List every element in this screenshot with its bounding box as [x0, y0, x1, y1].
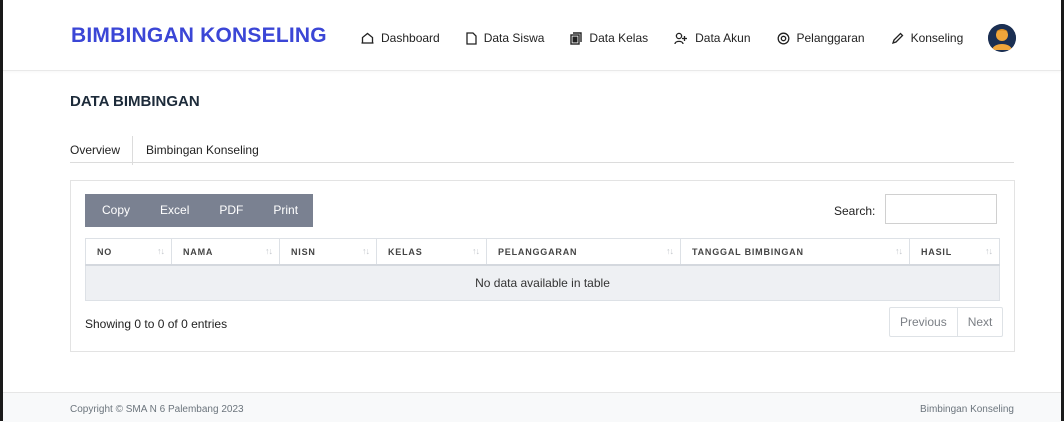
- page-tabs: Overview Bimbingan Konseling: [70, 136, 1014, 165]
- column-header-label: NO: [97, 246, 113, 257]
- nav-konseling[interactable]: Konseling: [891, 31, 964, 45]
- tab-overview[interactable]: Overview: [70, 136, 134, 165]
- column-header-label: HASIL: [921, 246, 952, 257]
- page-title: DATA BIMBINGAN: [70, 93, 200, 110]
- column-header-no[interactable]: NO ↑↓: [85, 238, 172, 266]
- user-avatar[interactable]: [988, 24, 1016, 52]
- column-header-label: NISN: [291, 246, 316, 257]
- nav-data-siswa-label: Data Siswa: [483, 31, 545, 45]
- copy-button[interactable]: Copy: [85, 194, 145, 227]
- column-header-nama[interactable]: NAMA ↑↓: [171, 238, 280, 266]
- data-table-card: Copy Excel PDF Print Search: NO ↑↓ NAMA ↑↓…: [70, 180, 1015, 352]
- sort-icon: ↑↓: [895, 246, 903, 256]
- footer: Copyright © SMA N 6 Palembang 2023 Bimbi…: [3, 392, 1061, 422]
- export-button-group: Copy Excel PDF Print: [85, 194, 314, 227]
- column-header-hasil[interactable]: HASIL ↑↓: [909, 238, 1000, 266]
- settings-circle-icon: [777, 32, 789, 44]
- column-header-kelas[interactable]: KELAS ↑↓: [376, 238, 487, 266]
- column-header-label: KELAS: [388, 246, 423, 257]
- sort-icon: ↑↓: [362, 246, 370, 256]
- user-add-icon: [674, 32, 688, 44]
- search-input[interactable]: [885, 194, 997, 224]
- sort-icon: ↑↓: [472, 246, 480, 256]
- excel-button[interactable]: Excel: [145, 194, 204, 227]
- column-header-pelanggaran[interactable]: PELANGGARAN ↑↓: [486, 238, 681, 266]
- top-navbar: BIMBINGAN KONSELING Dashboard Data Siswa…: [3, 0, 1061, 71]
- pencil-icon: [891, 32, 903, 44]
- file-icon: [466, 31, 477, 45]
- sort-icon: ↑↓: [265, 246, 273, 256]
- column-header-nisn[interactable]: NISN ↑↓: [279, 238, 377, 266]
- nav-dashboard[interactable]: Dashboard: [361, 31, 440, 45]
- nav-pelanggaran[interactable]: Pelanggaran: [777, 31, 865, 45]
- empty-table-message: No data available in table: [85, 264, 1000, 301]
- column-header-label: PELANGGARAN: [498, 246, 578, 257]
- avatar-image: [988, 24, 1016, 52]
- column-header-tanggal-bimbingan[interactable]: TANGGAL BIMBINGAN ↑↓: [680, 238, 910, 266]
- table-info: Showing 0 to 0 of 0 entries: [85, 317, 228, 331]
- main-nav: Dashboard Data Siswa Data Kelas Data Aku…: [361, 31, 989, 45]
- nav-data-akun[interactable]: Data Akun: [674, 31, 751, 45]
- nav-data-kelas[interactable]: Data Kelas: [570, 31, 648, 45]
- nav-data-akun-label: Data Akun: [695, 31, 751, 45]
- print-button[interactable]: Print: [258, 194, 313, 227]
- tab-bimbingan-konseling[interactable]: Bimbingan Konseling: [133, 136, 271, 165]
- copy-icon: [570, 31, 583, 45]
- pdf-button[interactable]: PDF: [204, 194, 258, 227]
- nav-konseling-label: Konseling: [910, 31, 964, 45]
- nav-pelanggaran-label: Pelanggaran: [796, 31, 865, 45]
- next-button[interactable]: Next: [956, 308, 1003, 336]
- sort-icon: ↑↓: [985, 246, 993, 256]
- brand-title[interactable]: BIMBINGAN KONSELING: [71, 24, 327, 48]
- nav-data-kelas-label: Data Kelas: [589, 31, 649, 45]
- data-table: NO ↑↓ NAMA ↑↓ NISN ↑↓ KELAS ↑↓ PELANGGARAN ↑↓…: [85, 238, 1000, 301]
- previous-button[interactable]: Previous: [890, 308, 957, 336]
- sort-icon: ↑↓: [666, 246, 674, 256]
- column-header-label: TANGGAL BIMBINGAN: [692, 246, 804, 257]
- sort-icon: ↑↓: [157, 246, 165, 256]
- table-row: No data available in table: [85, 264, 1000, 301]
- nav-data-siswa[interactable]: Data Siswa: [466, 31, 545, 45]
- column-header-label: NAMA: [183, 246, 214, 257]
- home-outline-icon: [361, 32, 374, 44]
- pagination: Previous Next: [889, 307, 1004, 337]
- footer-copyright: Copyright © SMA N 6 Palembang 2023: [70, 404, 244, 415]
- table-header-row: NO ↑↓ NAMA ↑↓ NISN ↑↓ KELAS ↑↓ PELANGGARAN ↑↓…: [85, 238, 1000, 266]
- footer-app-name: Bimbingan Konseling: [920, 404, 1014, 415]
- search-label: Search:: [834, 204, 876, 218]
- nav-dashboard-label: Dashboard: [381, 31, 440, 45]
